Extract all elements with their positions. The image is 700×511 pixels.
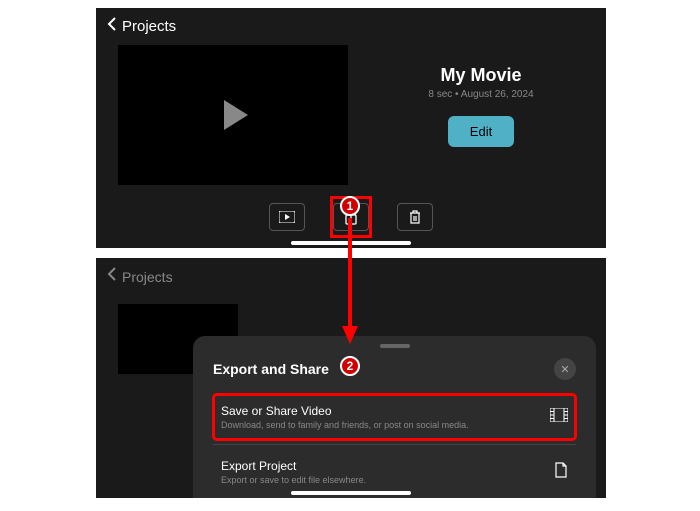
sheet-grabber[interactable] [380,344,410,348]
home-indicator[interactable] [291,241,411,245]
item-text: Save or Share Video Download, send to fa… [221,404,550,430]
play-icon [224,100,248,130]
back-chevron-icon[interactable] [106,266,118,287]
info-column: My Movie 8 sec • August 26, 2024 Edit [378,45,584,185]
close-icon: ✕ [560,363,569,376]
movie-subtitle: 8 sec • August 26, 2024 [428,89,533,100]
header-back-label[interactable]: Projects [122,18,176,35]
annotation-badge-1: 1 [340,196,360,216]
delete-button[interactable] [397,203,433,231]
save-share-video-item[interactable]: Save or Share Video Download, send to fa… [213,394,576,440]
movie-title: My Movie [440,65,521,86]
header-back-label[interactable]: Projects [122,269,173,285]
sheet-header: Export and Share ✕ [213,358,576,380]
export-project-item[interactable]: Export Project Export or save to edit fi… [213,449,576,495]
item-subtitle: Download, send to family and friends, or… [221,420,550,430]
header: Projects [96,8,606,45]
back-chevron-icon[interactable] [106,16,118,37]
document-icon [554,462,568,483]
divider [213,444,576,445]
item-text: Export Project Export or save to edit fi… [221,459,554,485]
header: Projects [96,258,606,295]
close-button[interactable]: ✕ [554,358,576,380]
item-title: Save or Share Video [221,404,550,418]
item-subtitle: Export or save to edit file elsewhere. [221,475,554,485]
home-indicator[interactable] [291,491,411,495]
film-icon [550,408,568,427]
play-button[interactable] [269,203,305,231]
edit-button[interactable]: Edit [448,116,514,147]
export-sheet-panel: Projects Export and Share ✕ Save or Shar… [96,258,606,498]
sheet-title: Export and Share [213,361,329,377]
video-thumbnail[interactable] [118,45,348,185]
item-title: Export Project [221,459,554,473]
body-row: My Movie 8 sec • August 26, 2024 Edit [96,45,606,185]
export-share-sheet: Export and Share ✕ Save or Share Video D… [193,336,596,498]
annotation-badge-2: 2 [340,356,360,376]
